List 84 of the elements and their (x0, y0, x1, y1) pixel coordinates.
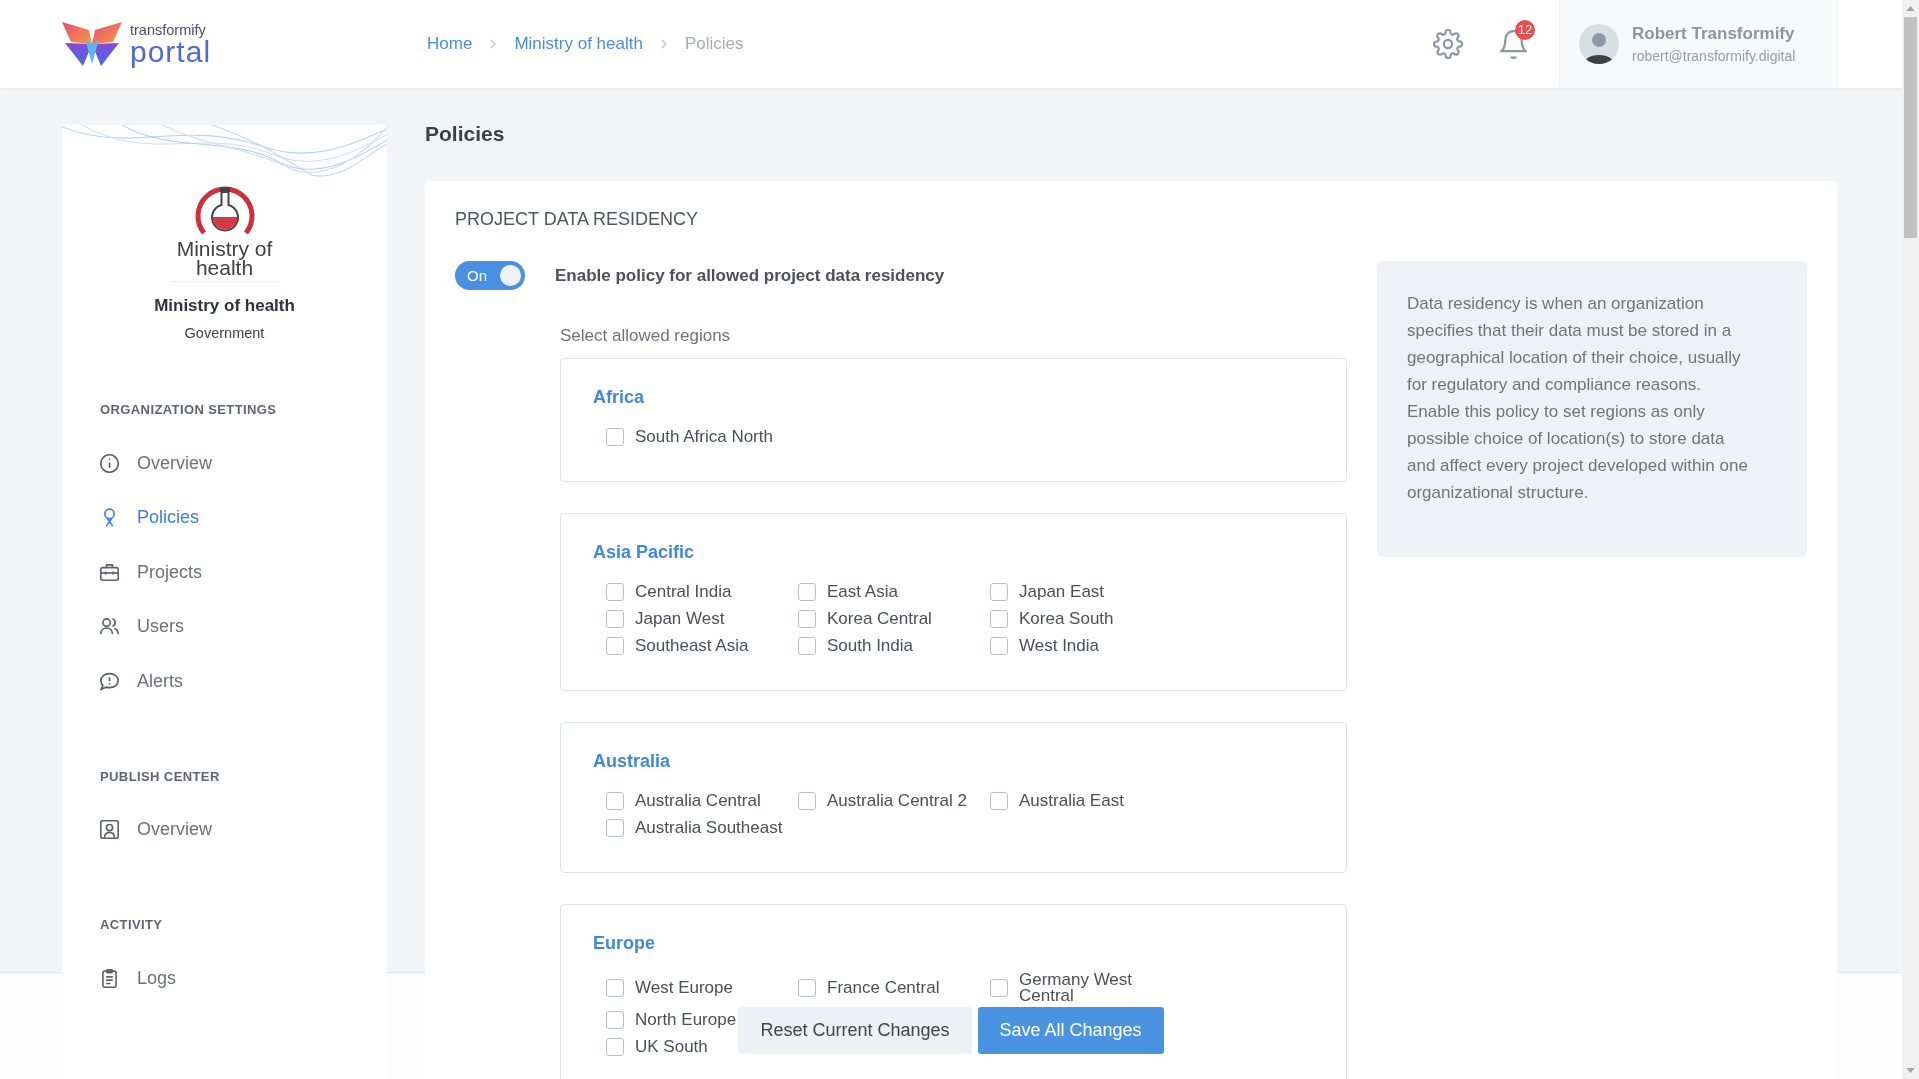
org-type: Government (184, 324, 265, 342)
checkbox-label[interactable]: North Europe (635, 1012, 737, 1028)
briefcase-icon (100, 562, 119, 582)
region-title: Asia Pacific (593, 541, 696, 563)
user-name: Robert Transformify (1632, 23, 1796, 44)
checkbox[interactable] (606, 583, 624, 601)
chevron-right-icon (490, 39, 497, 49)
checkbox-label[interactable]: Southeast Asia (635, 638, 749, 654)
checkbox[interactable] (798, 637, 816, 655)
scrollbar-thumb[interactable] (1904, 17, 1917, 238)
checkbox[interactable] (990, 637, 1008, 655)
checkbox[interactable] (606, 637, 624, 655)
checkbox[interactable] (990, 792, 1008, 810)
section-heading: ACTIVITY (100, 916, 164, 934)
nav-item[interactable]: Users (100, 599, 349, 654)
checkbox[interactable] (990, 610, 1008, 628)
toggle-knob (500, 265, 521, 286)
checkbox-label[interactable]: Australia Central 2 (827, 793, 967, 809)
checkbox[interactable] (606, 819, 624, 837)
notification-badge: 12 (1515, 19, 1535, 40)
message-alert-icon (100, 671, 119, 691)
info-icon (100, 453, 119, 473)
org-logo-text: Ministry of health (176, 239, 273, 277)
nav-item[interactable]: Logs (100, 951, 349, 1006)
checkbox[interactable] (990, 979, 1008, 997)
checkbox[interactable] (990, 583, 1008, 601)
checkbox-label[interactable]: Australia Central (635, 793, 761, 809)
logo-subtitle: transformify (130, 22, 207, 38)
nav-item[interactable]: Projects (100, 545, 349, 600)
checkbox[interactable] (798, 610, 816, 628)
chevron-right-icon (660, 39, 667, 49)
checkbox[interactable] (606, 979, 624, 997)
nav-item[interactable]: Overview (100, 802, 349, 857)
nav-item[interactable]: Alerts (100, 654, 349, 709)
scroll-down-icon[interactable] (1906, 1068, 1915, 1073)
toggle-label: Enable policy for allowed project data residency (555, 265, 945, 286)
checkbox-label[interactable]: South India (827, 638, 913, 654)
reset-button[interactable]: Reset Current Changes (738, 1007, 972, 1054)
checkbox-label[interactable]: Korea Central (827, 611, 932, 627)
logo-title: portal (130, 37, 212, 66)
scroll-up-icon[interactable] (1906, 6, 1915, 11)
org-name: Ministry of health (154, 295, 295, 317)
checkbox[interactable] (606, 1038, 624, 1056)
checkbox-label[interactable]: Korea South (1019, 611, 1114, 627)
checkbox-label[interactable]: UK South (635, 1039, 708, 1055)
checkbox-label[interactable]: Central India (635, 584, 732, 600)
checkbox[interactable] (606, 1011, 624, 1029)
region-title: Australia (593, 750, 672, 772)
section-heading: PUBLISH CENTER (100, 767, 221, 786)
scrollbar[interactable] (1902, 0, 1919, 1079)
nav-item[interactable]: Overview (100, 436, 349, 491)
clipboard-icon (100, 968, 119, 988)
checkbox-label[interactable]: West India (1019, 638, 1099, 654)
checkbox[interactable] (606, 610, 624, 628)
info-text: Data residency is when an organization specifies that their data must be stored in a geographical location of their choice, usually for regulatory and compliance reasons. Enable this policy to set regions as only possible choice of location(s) to store data and affect every project developed within one organizational structure. (1407, 293, 1749, 504)
user-email: robert@transformify.digital (1632, 46, 1796, 65)
card-title: PROJECT DATA RESIDENCY (455, 208, 700, 230)
avatar (1579, 24, 1619, 64)
checkbox[interactable] (606, 428, 624, 446)
checkbox[interactable] (606, 792, 624, 810)
checkbox[interactable] (798, 583, 816, 601)
settings-icon[interactable] (1433, 29, 1463, 59)
breadcrumb-link[interactable]: Home (427, 33, 473, 55)
checkbox[interactable] (798, 979, 816, 997)
section-heading: ORGANIZATION SETTINGS (100, 401, 278, 419)
checkbox-label[interactable]: East Asia (827, 584, 898, 600)
portal-logo[interactable]: transformify portal (62, 22, 212, 66)
page-title: Policies (425, 121, 506, 147)
checkbox[interactable] (798, 792, 816, 810)
regions-label: Select allowed regions (560, 326, 732, 346)
checkbox-label[interactable]: Japan West (635, 611, 725, 627)
breadcrumb-current: Policies (684, 33, 744, 55)
region-title: Europe (593, 932, 656, 954)
checkbox-label[interactable]: Japan East (1019, 584, 1105, 600)
checkbox-label[interactable]: Germany West Central (1019, 972, 1169, 1004)
checkbox-label[interactable]: Australia East (1019, 793, 1124, 809)
checkbox-label[interactable]: West Europe (635, 980, 733, 996)
checkbox-label[interactable]: Australia Southeast (635, 820, 783, 836)
butterfly-logo-icon (62, 22, 122, 66)
nav-item[interactable]: Policies (100, 490, 349, 545)
region-title: Africa (593, 386, 646, 408)
checkbox-label[interactable]: South Africa North (635, 429, 773, 445)
users-icon (100, 617, 119, 637)
checkbox-label[interactable]: France Central (827, 980, 940, 996)
